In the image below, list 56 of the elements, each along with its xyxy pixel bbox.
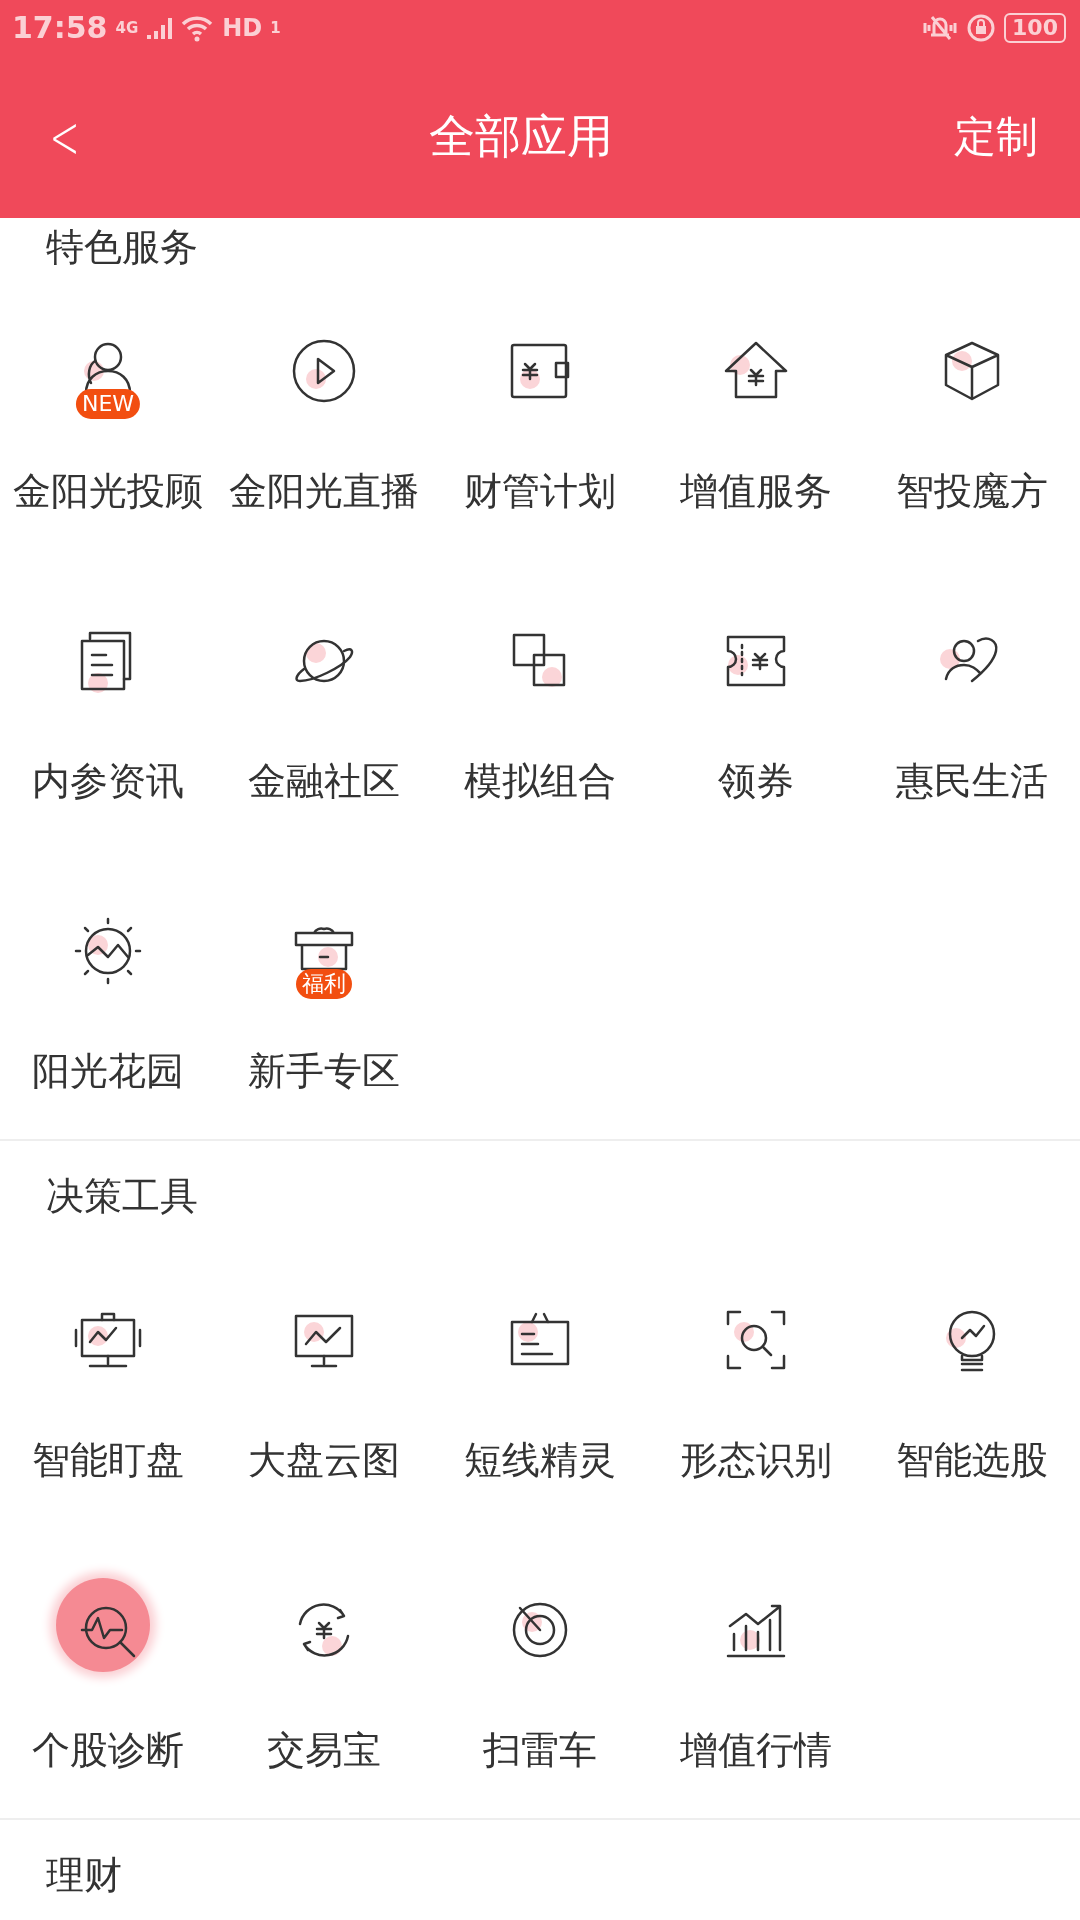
app-label: 内参资讯 [32,758,184,805]
app-label: 智能选股 [896,1437,1048,1484]
app-label: 增值服务 [680,468,832,515]
app-item[interactable]: 智能盯盘 [0,1265,216,1528]
app-item[interactable]: 增值行情 [648,1555,864,1818]
app-label: 扫雷车 [483,1727,597,1774]
app-label: 个股诊断 [32,1727,184,1774]
app-label: 新手专区 [248,1048,400,1095]
app-label: 财管计划 [464,468,616,515]
app-label: 智投魔方 [896,468,1048,515]
app-label: 形态识别 [680,1437,832,1484]
app-item[interactable]: NEW 金阳光投顾 [0,296,216,559]
app-label: 阳光花园 [32,1048,184,1095]
app-item[interactable]: 形态识别 [648,1265,864,1528]
section-heading: 决策工具 [46,1174,198,1218]
app-item[interactable]: 智投魔方 [864,296,1080,559]
section-heading: 特色服务 [46,225,198,269]
status-time: 17:58 [12,10,108,45]
rotation-lock-icon [966,12,997,43]
badge: 福利 [296,969,352,999]
app-label: 金阳光投顾 [13,468,203,515]
app-item[interactable]: 交易宝 [216,1555,432,1818]
app-item[interactable]: 增值服务 [648,296,864,559]
app-item[interactable]: 财管计划 [432,296,648,559]
app-item[interactable]: 金融社区 [216,586,432,849]
customize-button[interactable]: 定制 [954,108,1038,165]
app-item[interactable]: 金阳光直播 [216,296,432,559]
app-item[interactable]: 大盘云图 [216,1265,432,1528]
back-button[interactable]: < [49,101,79,172]
app-label: 短线精灵 [464,1437,616,1484]
app-item[interactable]: 短线精灵 [432,1265,648,1528]
sim-label: 1 [270,18,281,37]
hd-label: HD [222,13,263,42]
app-item[interactable]: 个股诊断 [0,1555,216,1818]
app-label: 交易宝 [267,1727,381,1774]
app-label: 金融社区 [248,758,400,805]
app-item[interactable]: 模拟组合 [432,586,648,849]
network-type: 4G [115,18,139,37]
app-label: 领券 [718,758,794,805]
section-heading: 理财 [46,1853,122,1897]
app-label: 增值行情 [680,1727,832,1774]
app-label: 模拟组合 [464,758,616,805]
app-label: 金阳光直播 [229,468,419,515]
battery-level: 100 [1004,12,1066,43]
app-label: 惠民生活 [896,758,1048,805]
app-item[interactable]: 阳光花园 [0,876,216,1139]
page-title: 全部应用 [429,107,613,165]
app-item[interactable]: 内参资讯 [0,586,216,849]
app-item[interactable]: 智能选股 [864,1265,1080,1528]
badge: NEW [75,389,141,419]
app-item[interactable]: 扫雷车 [432,1555,648,1818]
app-label: 智能盯盘 [32,1437,184,1484]
app-item[interactable]: 福利 新手专区 [216,876,432,1139]
app-item[interactable]: 领券 [648,586,864,849]
app-item[interactable]: 惠民生活 [864,586,1080,849]
app-label: 大盘云图 [248,1437,400,1484]
